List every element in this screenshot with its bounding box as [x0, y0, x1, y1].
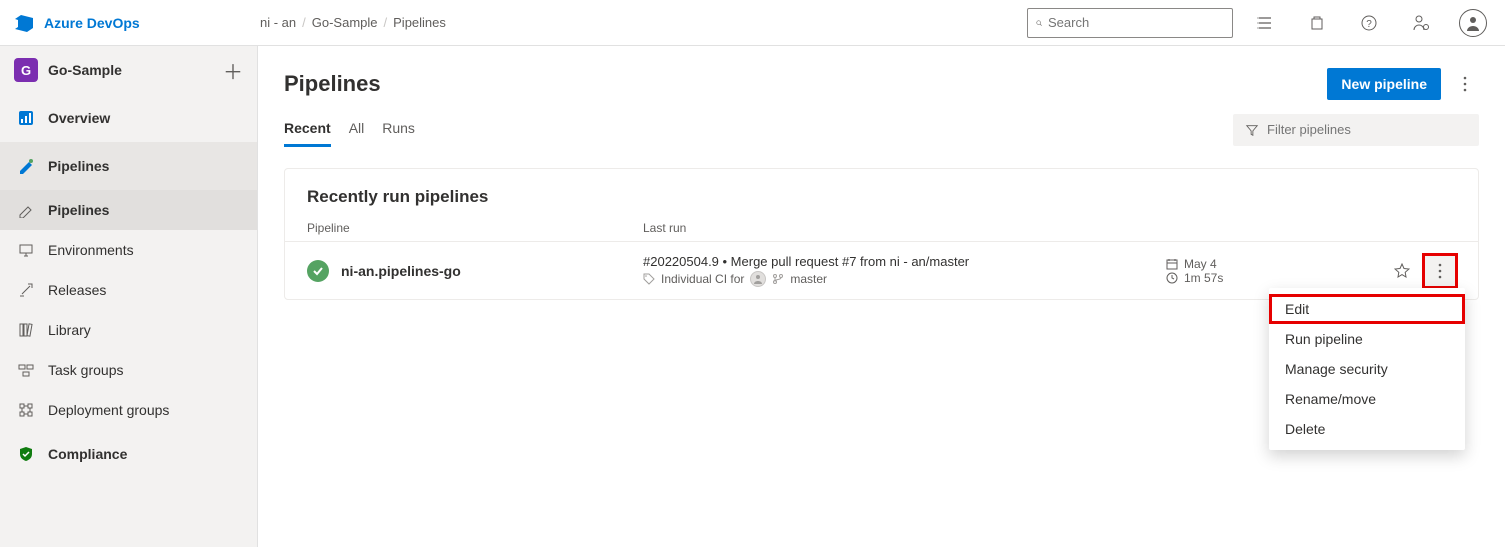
col-pipeline: Pipeline: [307, 221, 643, 235]
breadcrumb-separator: /: [384, 15, 388, 30]
filter-box[interactable]: [1233, 114, 1479, 146]
more-vertical-icon: [1463, 76, 1467, 92]
pipelines-sub-icon: [16, 202, 36, 218]
sidebar-item-deployment-groups[interactable]: Deployment groups: [0, 390, 257, 430]
overview-icon: [16, 109, 36, 127]
favorite-button[interactable]: [1386, 255, 1418, 287]
tab-recent[interactable]: Recent: [284, 112, 331, 147]
sidebar-item-environments[interactable]: Environments: [0, 230, 257, 270]
compliance-icon: [16, 445, 36, 463]
filter-icon: [1245, 123, 1259, 137]
search-box[interactable]: [1027, 8, 1233, 38]
calendar-icon: [1166, 258, 1178, 270]
topbar-right: ?: [1027, 3, 1493, 43]
row-more-button[interactable]: [1424, 255, 1456, 287]
sidebar-item-overview[interactable]: Overview: [0, 94, 257, 142]
context-menu: Edit Run pipeline Manage security Rename…: [1269, 288, 1465, 450]
menu-item-rename-move[interactable]: Rename/move: [1269, 384, 1465, 414]
project-row[interactable]: G Go-Sample ＋: [0, 46, 257, 94]
table-header: Pipeline Last run: [285, 215, 1478, 241]
tabs: Recent All Runs: [284, 112, 415, 147]
breadcrumb: ni - an / Go-Sample / Pipelines: [256, 15, 1027, 30]
branch-name: master: [790, 272, 827, 286]
breadcrumb-page[interactable]: Pipelines: [393, 15, 446, 30]
sidebar-item-label: Releases: [48, 282, 106, 298]
sidebar-item-label: Compliance: [48, 446, 127, 462]
col-last-run: Last run: [643, 221, 1236, 235]
product-logo-area[interactable]: Azure DevOps: [12, 11, 256, 35]
project-name: Go-Sample: [48, 62, 213, 78]
menu-item-manage-security[interactable]: Manage security: [1269, 354, 1465, 384]
sidebar-item-label: Overview: [48, 110, 110, 126]
sidebar-item-label: Pipelines: [48, 158, 109, 174]
card-title: Recently run pipelines: [285, 169, 1478, 215]
sidebar-item-task-groups[interactable]: Task groups: [0, 350, 257, 390]
breadcrumb-project[interactable]: Go-Sample: [312, 15, 378, 30]
search-input[interactable]: [1048, 15, 1224, 30]
filter-input[interactable]: [1267, 122, 1443, 137]
help-icon[interactable]: ?: [1349, 3, 1389, 43]
trigger-text: Individual CI for: [661, 272, 744, 286]
azure-devops-icon: [12, 11, 36, 35]
clock-icon: [1166, 272, 1178, 284]
sidebar-item-compliance[interactable]: Compliance: [0, 430, 257, 478]
recent-pipelines-card: Recently run pipelines Pipeline Last run…: [284, 168, 1479, 300]
user-settings-icon[interactable]: [1401, 3, 1441, 43]
main-content: Pipelines New pipeline Recent All Runs R…: [258, 46, 1505, 547]
breadcrumb-org[interactable]: ni - an: [260, 15, 296, 30]
sidebar-item-label: Deployment groups: [48, 402, 169, 418]
run-title: #20220504.9 • Merge pull request #7 from…: [643, 254, 1166, 269]
svg-text:?: ?: [1366, 19, 1372, 30]
add-icon[interactable]: ＋: [223, 56, 243, 85]
sidebar-item-label: Library: [48, 322, 91, 338]
top-bar: Azure DevOps ni - an / Go-Sample / Pipel…: [0, 0, 1505, 46]
user-avatar[interactable]: [1453, 3, 1493, 43]
search-icon: [1036, 16, 1042, 30]
marketplace-icon[interactable]: [1297, 3, 1337, 43]
breadcrumb-separator: /: [302, 15, 306, 30]
sidebar-item-releases[interactable]: Releases: [0, 270, 257, 310]
run-subtitle: Individual CI for master: [643, 271, 1166, 287]
sidebar-item-library[interactable]: Library: [0, 310, 257, 350]
pipeline-name: ni-an.pipelines-go: [341, 263, 461, 279]
page-more-button[interactable]: [1451, 68, 1479, 100]
page-title: Pipelines: [284, 71, 381, 97]
new-pipeline-button[interactable]: New pipeline: [1327, 68, 1441, 100]
project-avatar: G: [14, 58, 38, 82]
library-icon: [16, 322, 36, 338]
tab-all[interactable]: All: [349, 112, 365, 147]
more-vertical-icon: [1438, 263, 1442, 279]
sidebar-item-pipelines-section[interactable]: Pipelines: [0, 142, 257, 190]
success-status-icon: [307, 260, 329, 282]
menu-item-delete[interactable]: Delete: [1269, 414, 1465, 444]
menu-item-run-pipeline[interactable]: Run pipeline: [1269, 324, 1465, 354]
tab-runs[interactable]: Runs: [382, 112, 415, 147]
deployment-groups-icon: [16, 402, 36, 418]
sidebar-item-pipelines[interactable]: Pipelines: [0, 190, 257, 230]
task-groups-icon: [16, 362, 36, 378]
product-name: Azure DevOps: [44, 15, 140, 31]
menu-item-edit[interactable]: Edit: [1269, 294, 1465, 324]
run-duration: 1m 57s: [1166, 271, 1386, 285]
pipelines-icon: [16, 157, 36, 175]
sidebar-item-label: Environments: [48, 242, 134, 258]
environments-icon: [16, 242, 36, 258]
author-avatar: [750, 271, 766, 287]
star-icon: [1394, 263, 1410, 279]
sidebar: G Go-Sample ＋ Overview Pipelines Pipelin…: [0, 46, 258, 547]
work-items-icon[interactable]: [1245, 3, 1285, 43]
sidebar-item-label: Task groups: [48, 362, 123, 378]
sidebar-item-label: Pipelines: [48, 202, 109, 218]
releases-icon: [16, 282, 36, 298]
run-date: May 4: [1166, 257, 1386, 271]
branch-icon: [772, 273, 784, 285]
tag-icon: [643, 273, 655, 285]
